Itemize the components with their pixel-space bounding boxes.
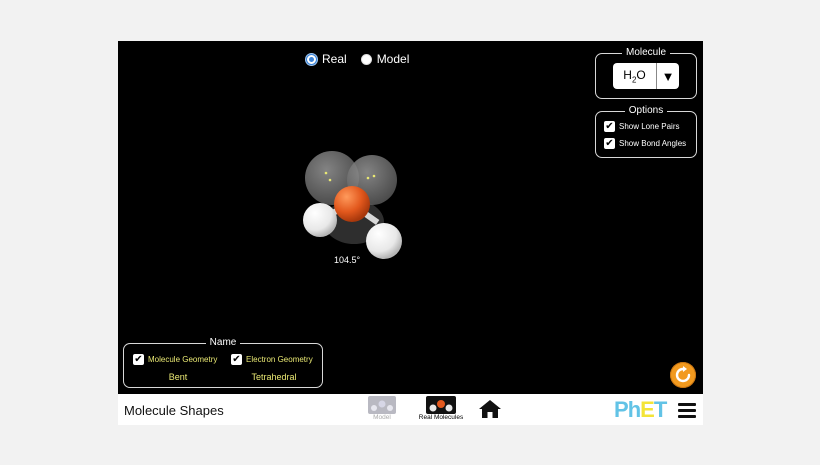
formula-element-o: O (636, 67, 646, 82)
molecule-combo-value: H2O (613, 68, 656, 84)
show-lone-pairs-label: Show Lone Pairs (619, 122, 680, 131)
home-icon (479, 400, 501, 418)
model-screen-icon (368, 396, 396, 414)
formula-element-h: H (623, 67, 632, 82)
reset-icon (675, 366, 691, 383)
show-lone-pairs-checkbox[interactable]: ✔ Show Lone Pairs (604, 121, 679, 132)
lone-pair-electron (372, 174, 376, 178)
dropdown-arrow-icon[interactable]: ▼ (656, 63, 679, 89)
electron-geometry-label: Electron Geometry (246, 355, 313, 364)
phet-logo[interactable]: PhET (614, 397, 667, 423)
radio-real-label: Real (322, 52, 347, 66)
electron-geometry-checkbox[interactable]: ✔ Electron Geometry (231, 354, 313, 365)
lone-pair-electron (366, 176, 370, 180)
menu-icon[interactable] (678, 403, 696, 421)
oxygen-atom (334, 186, 370, 222)
radio-real[interactable]: Real (306, 52, 347, 66)
molecule-combo-box[interactable]: H2O ▼ (613, 63, 679, 89)
radio-model[interactable]: Model (360, 52, 410, 66)
radio-model-label: Model (376, 52, 410, 66)
molecule-panel-title: Molecule (621, 47, 671, 58)
molecule-geometry-value: Bent (168, 372, 188, 382)
hydrogen-atom-left (303, 203, 337, 237)
name-panel: Name ✔ Molecule Geometry ✔ Electron Geom… (123, 337, 323, 388)
radio-unselected-icon[interactable] (360, 53, 372, 65)
bond-angle-label: 104.5° (334, 255, 361, 265)
molecule-panel: Molecule H2O ▼ (595, 47, 697, 99)
real-molecules-screen-icon (426, 396, 456, 414)
checkbox-checked-icon[interactable]: ✔ (231, 354, 242, 365)
view-mode-radio-group: Real Model (306, 52, 409, 66)
phet-logo-e: E (640, 397, 655, 422)
checkbox-checked-icon[interactable]: ✔ (604, 138, 615, 149)
lone-pair-electron (328, 178, 332, 182)
molecule-geometry-checkbox[interactable]: ✔ Molecule Geometry (133, 354, 217, 365)
sim-title: Molecule Shapes (124, 403, 224, 418)
molecule-view[interactable] (288, 146, 418, 271)
screen-button-real-molecules[interactable]: Real Molecules (411, 396, 471, 421)
show-bond-angles-checkbox[interactable]: ✔ Show Bond Angles (604, 138, 686, 149)
electron-geometry-value: Tetrahedral (251, 372, 297, 382)
screen-label-model: Model (373, 414, 391, 421)
molecule-geometry-label: Molecule Geometry (148, 355, 218, 364)
sim-window: Real Model 104.5° Molecule H2O ▼ Options… (118, 41, 703, 425)
radio-selected-icon[interactable] (306, 53, 317, 65)
home-button[interactable] (478, 399, 502, 424)
play-area: Real Model 104.5° Molecule H2O ▼ Options… (118, 41, 703, 394)
show-bond-angles-label: Show Bond Angles (619, 139, 687, 148)
screen-label-real-molecules: Real Molecules (418, 414, 464, 421)
screen-button-model[interactable]: Model (367, 396, 397, 421)
checkbox-checked-icon[interactable]: ✔ (133, 354, 144, 365)
phet-logo-p: P (614, 397, 629, 422)
phet-logo-h: h (627, 397, 641, 422)
lone-pair-electron (324, 171, 328, 175)
navigation-bar: Molecule Shapes Model Real Molecules PhE… (118, 394, 703, 425)
name-panel-title: Name (205, 337, 241, 348)
phet-logo-t: T (653, 397, 667, 422)
options-panel-title: Options (624, 105, 668, 116)
checkbox-checked-icon[interactable]: ✔ (604, 121, 615, 132)
hydrogen-atom-right (366, 223, 402, 259)
options-panel: Options ✔ Show Lone Pairs ✔ Show Bond An… (595, 105, 697, 158)
reset-all-button[interactable] (670, 362, 696, 388)
